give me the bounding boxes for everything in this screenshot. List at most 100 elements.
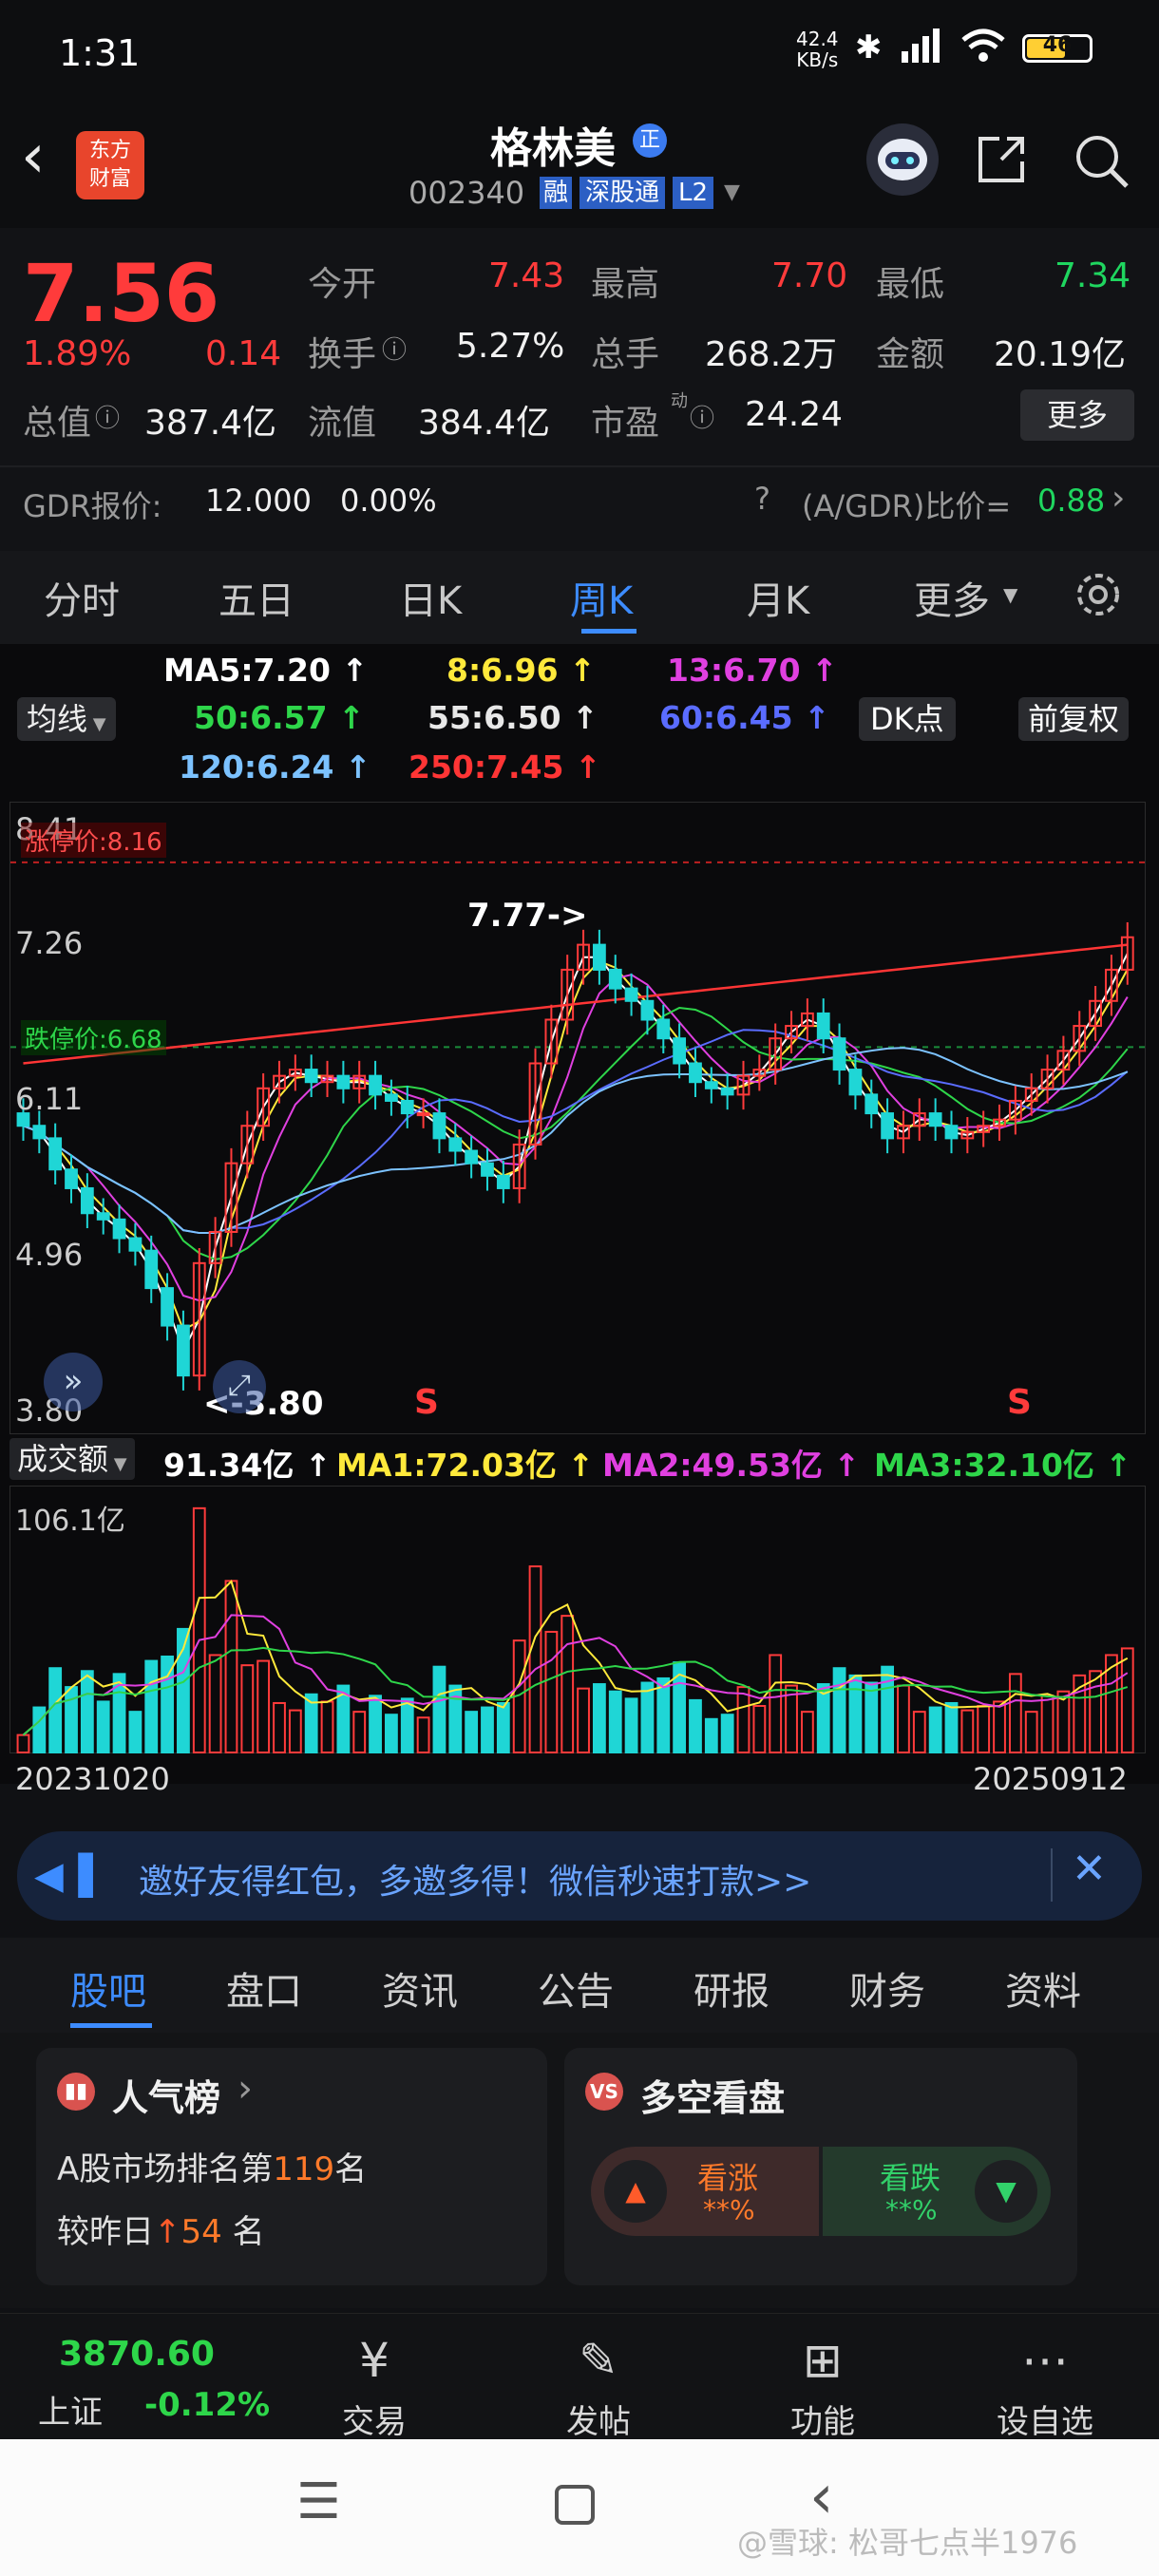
volume-bar — [689, 1698, 702, 1754]
dk-point-button[interactable]: DK点 — [859, 697, 956, 741]
candle-body — [848, 1069, 863, 1096]
ma-line — [23, 953, 1129, 1354]
app-logo[interactable]: 东方 财富 — [76, 131, 144, 199]
ma250-line — [23, 943, 1128, 1065]
tab-announcements[interactable]: 公告 — [538, 1960, 614, 2016]
settings-gear-icon[interactable] — [1072, 568, 1125, 621]
last-price: 7.56 — [23, 247, 220, 340]
bullish-label: 看涨 — [697, 2160, 759, 2196]
volume-bar — [496, 1701, 510, 1753]
fullscreen-icon[interactable]: ⤢ — [213, 1360, 266, 1413]
bullish-button[interactable]: ▲ 看涨 **% — [591, 2147, 819, 2236]
high-label: 最高 — [591, 265, 660, 304]
volume-bar — [1024, 1711, 1038, 1753]
bearish-button[interactable]: 看跌 **% ▼ — [823, 2147, 1051, 2236]
tab-weekly-k[interactable]: 周K — [570, 570, 633, 625]
tab-forum[interactable]: 股吧 — [70, 1960, 146, 2016]
tab-intraday[interactable]: 分时 — [44, 570, 120, 625]
promo-banner[interactable]: ◀▐ 邀好友得红包，多邀多得！微信秒速打款>> ✕ — [17, 1831, 1142, 1921]
adjust-button[interactable]: 前复权 — [1018, 697, 1130, 741]
card-title: 多空看盘 — [640, 2077, 786, 2119]
x-end-date: 20250912 — [973, 1761, 1128, 1797]
index-name[interactable]: 上证 — [38, 2386, 103, 2433]
expand-panel-icon[interactable]: » — [44, 1353, 103, 1411]
nav-trade[interactable]: ¥ 交易 — [308, 2331, 441, 2442]
info-icon[interactable]: ⓘ — [690, 399, 714, 434]
volume-ma2: MA2:49.53亿 ↑ — [602, 1447, 861, 1484]
volume-bar — [656, 1676, 671, 1754]
dropdown-icon[interactable]: ▼ — [724, 180, 740, 204]
tag-level2: L2 — [673, 177, 714, 209]
chevron-right-icon[interactable]: › — [1112, 479, 1125, 518]
candle-body — [496, 1174, 510, 1189]
help-icon[interactable]: ? — [754, 481, 770, 517]
volume-bar — [224, 1580, 238, 1753]
candle-body — [448, 1137, 463, 1152]
nav-post[interactable]: ✎ 发帖 — [532, 2331, 665, 2442]
volume-bar — [481, 1706, 494, 1754]
volume-bar — [1120, 1647, 1134, 1753]
candle-body — [385, 1093, 398, 1102]
edit-icon: ✎ — [579, 2333, 618, 2388]
content-tabs: 股吧 盘口 资讯 公告 研报 财务 资料 — [0, 1938, 1159, 2033]
candle-body — [864, 1093, 879, 1115]
tab-monthly-k[interactable]: 月K — [747, 570, 809, 625]
volume-bar — [832, 1667, 846, 1753]
search-icon[interactable] — [1072, 131, 1130, 190]
share-icon[interactable] — [973, 131, 1030, 188]
volume-ma3: MA3:32.10亿 ↑ — [874, 1447, 1132, 1484]
rank-change-line: 较昨日↑54 名 — [57, 2213, 265, 2251]
index-change[interactable]: -0.12% — [144, 2386, 270, 2424]
watermark: @雪球: 松哥七点半1976 — [737, 2525, 1078, 2561]
promo-text[interactable]: 邀好友得红包，多邀多得！微信秒速打款>> — [139, 1854, 811, 1904]
tab-research[interactable]: 研报 — [694, 1960, 770, 2016]
volume-bar — [624, 1697, 638, 1753]
tab-daily-k[interactable]: 日K — [399, 570, 462, 625]
volume-bar — [577, 1687, 590, 1753]
nav-watchlist[interactable]: ⋯ 设自选 — [978, 2331, 1112, 2442]
gdr-ratio: 0.88 — [1037, 483, 1106, 519]
candle-body — [369, 1074, 382, 1096]
volume-bar — [608, 1690, 622, 1753]
ma120-legend: 120:6.24 ↑ — [179, 748, 371, 786]
assistant-robot-icon[interactable] — [866, 123, 939, 196]
info-icon[interactable]: ⓘ — [382, 331, 407, 366]
candle-body — [465, 1149, 479, 1165]
volume-bar — [897, 1684, 910, 1754]
volume-bar — [16, 1733, 30, 1754]
home-icon[interactable] — [555, 2485, 595, 2525]
index-value[interactable]: 3870.60 — [59, 2335, 215, 2374]
volume-bar — [864, 1681, 879, 1753]
candle-body — [689, 1062, 702, 1084]
popularity-card[interactable]: ▮▮ 人气榜 › A股市场排名第119名 较昨日↑54 名 — [36, 2048, 547, 2285]
tab-more[interactable]: 更多 — [914, 570, 990, 625]
info-icon[interactable]: ⓘ — [95, 399, 120, 434]
battery-icon: 46 — [1022, 33, 1092, 63]
tag-margin: 融 — [540, 177, 573, 209]
volume-bar — [432, 1665, 446, 1753]
vs-icon: VS — [585, 2073, 623, 2111]
volume-panel[interactable] — [10, 1486, 1146, 1754]
tab-five-day[interactable]: 五日 — [218, 570, 294, 625]
volume-bar — [400, 1697, 414, 1753]
bull-bear-card[interactable]: VS 多空看盘 ▲ 看涨 **% 看跌 **% ▼ — [564, 2048, 1077, 2285]
tab-financials[interactable]: 财务 — [849, 1960, 925, 2016]
volume-bar — [528, 1565, 542, 1753]
open-value: 7.43 — [488, 256, 565, 295]
low-label: 最低 — [876, 265, 945, 304]
tab-profile[interactable]: 资料 — [1005, 1960, 1081, 2016]
volume-selector[interactable]: 成交额 ▼ — [10, 1438, 135, 1480]
close-icon[interactable]: ✕ — [1072, 1845, 1107, 1893]
back-button[interactable]: ‹ — [21, 122, 46, 192]
tab-news[interactable]: 资讯 — [382, 1960, 458, 2016]
net-speed: 42.4 KB/s — [796, 28, 839, 71]
volume-bars-chart — [16, 1506, 1134, 1754]
candle-body — [432, 1112, 446, 1140]
tab-order-book[interactable]: 盘口 — [226, 1960, 302, 2016]
more-button[interactable]: 更多 — [1020, 389, 1134, 441]
menu-icon[interactable]: ☰ — [296, 2473, 341, 2530]
candle-body — [928, 1112, 942, 1127]
nav-functions[interactable]: ⊞ 功能 — [756, 2331, 889, 2442]
amount-label: 金额 — [876, 335, 945, 374]
ma-selector[interactable]: 均线 ▼ — [17, 697, 116, 741]
